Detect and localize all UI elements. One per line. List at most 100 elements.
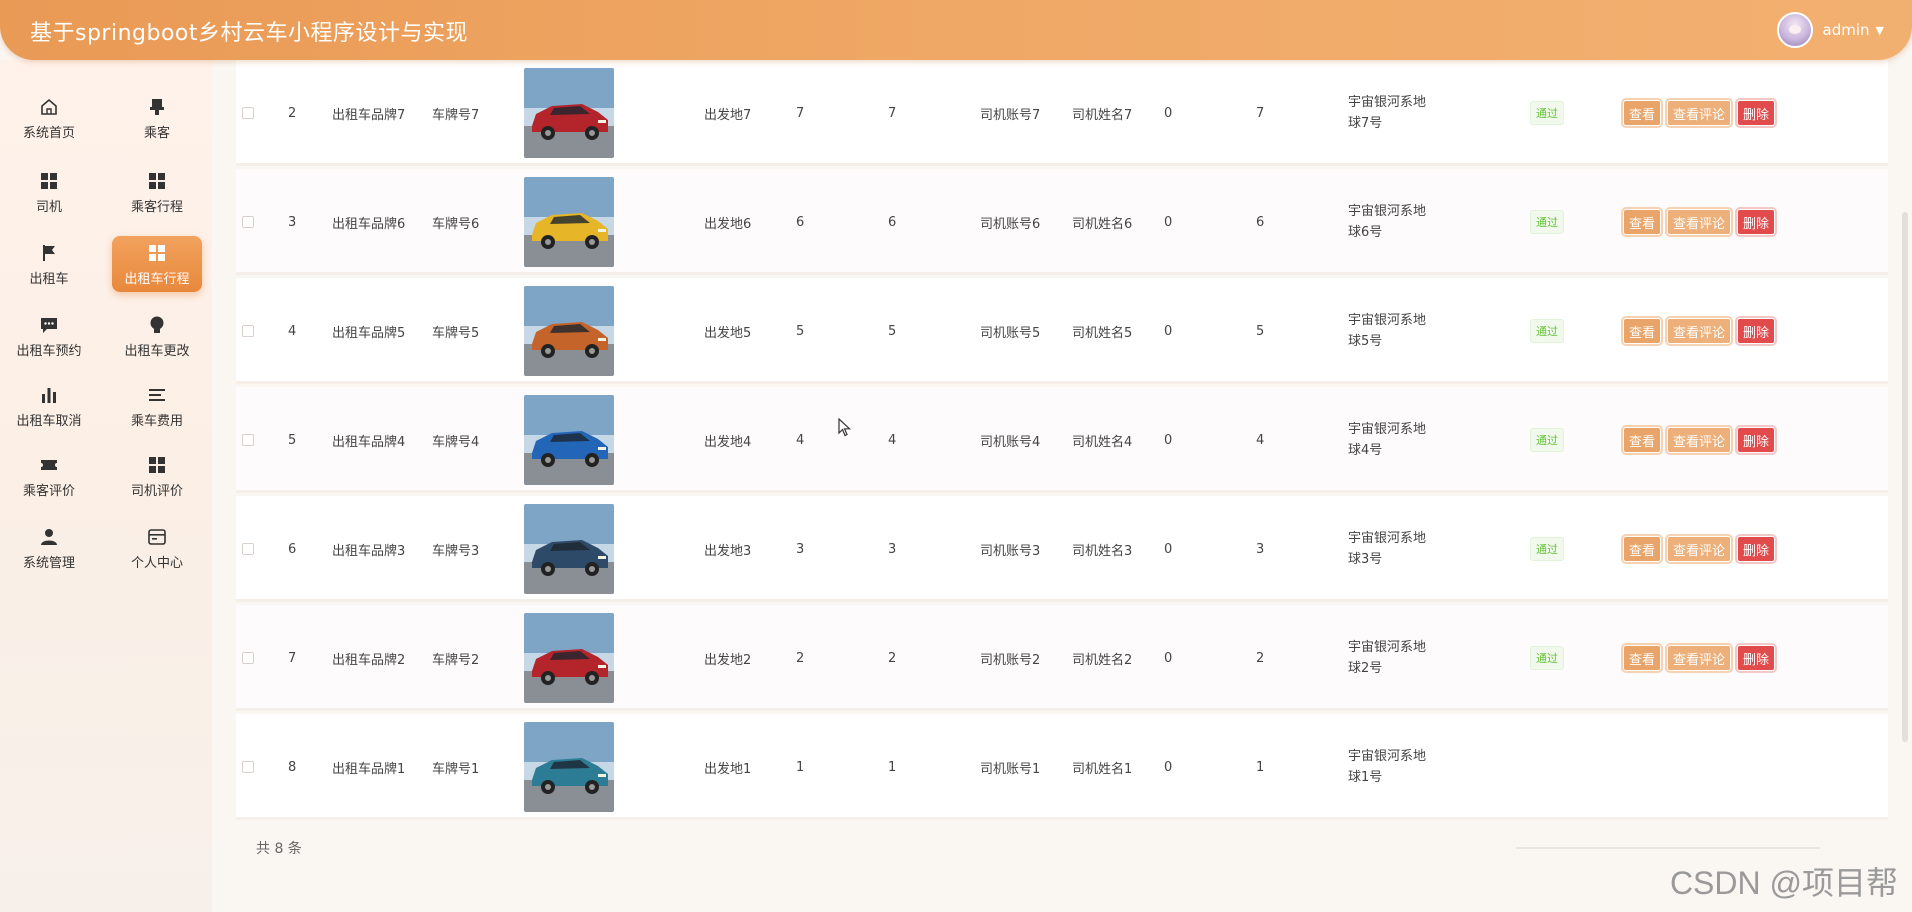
app-title: 基于springboot乡村云车小程序设计与实现 xyxy=(30,21,469,46)
address-line: 球4号 xyxy=(1348,443,1383,458)
sidebar-item-11[interactable]: 乘客评价 xyxy=(4,448,94,504)
origin-cell: 出发地6 xyxy=(704,216,752,232)
row-checkbox[interactable] xyxy=(242,216,254,228)
car-image[interactable] xyxy=(524,177,614,267)
sidebar-item-14[interactable]: 个人中心 xyxy=(112,520,202,576)
brand-cell: 出租车品牌5 xyxy=(332,325,406,341)
view-button[interactable]: 查看 xyxy=(1620,425,1664,455)
brand-cell: 出租车品牌2 xyxy=(332,652,406,668)
grid-icon xyxy=(146,170,168,192)
checkbox-cell xyxy=(242,714,254,820)
origin-cell: 出发地7 xyxy=(704,107,752,123)
sidebar-item-3[interactable]: 司机 xyxy=(4,164,94,220)
row-checkbox[interactable] xyxy=(242,107,254,119)
delete-button[interactable]: 删除 xyxy=(1735,534,1778,564)
car-image[interactable] xyxy=(524,613,614,703)
actions-cell: 查看 查看评论 删除 xyxy=(1620,278,1782,384)
status-cell: 通过 xyxy=(1530,278,1564,384)
account-cell: 司机账号7 xyxy=(980,107,1041,123)
row-checkbox[interactable] xyxy=(242,325,254,337)
sidebar-item-10[interactable]: 乘车费用 xyxy=(112,378,202,434)
sidebar-item-12[interactable]: 司机评价 xyxy=(112,448,202,504)
sidebar-item-4[interactable]: 乘客行程 xyxy=(112,164,202,220)
view-button[interactable]: 查看 xyxy=(1620,643,1664,673)
status-badge: 通过 xyxy=(1530,646,1564,670)
delete-button[interactable]: 删除 xyxy=(1735,425,1778,455)
table-row[interactable]: 7 出租车品牌2 车牌号2 出发地2 2 2 司机账号2 司机姓名2 0 2 宇宙银河系地 球2号 通过… xyxy=(236,605,1888,711)
address-line: 宇宙银河系地 xyxy=(1348,95,1427,110)
view-reviews-button[interactable]: 查看评论 xyxy=(1665,98,1734,128)
view-reviews-button[interactable]: 查看评论 xyxy=(1665,316,1734,346)
view-reviews-button[interactable]: 查看评论 xyxy=(1665,534,1734,564)
plate-cell: 车牌号2 xyxy=(432,652,480,668)
name-cell: 司机姓名2 xyxy=(1072,652,1133,668)
sidebar-item-2[interactable]: 乘客 xyxy=(112,90,202,146)
row-checkbox[interactable] xyxy=(242,761,254,773)
row-checkbox[interactable] xyxy=(242,434,254,446)
status-cell: 通过 xyxy=(1530,60,1564,166)
sidebar-item-label: 司机 xyxy=(35,199,62,215)
chevron-down-icon[interactable]: ▼ xyxy=(1876,24,1884,37)
sidebar-item-label: 出租车取消 xyxy=(16,413,82,429)
c4-cell: 6 xyxy=(1256,214,1265,230)
view-button[interactable]: 查看 xyxy=(1620,207,1664,237)
view-reviews-button[interactable]: 查看评论 xyxy=(1665,643,1734,673)
table-row[interactable]: 8 出租车品牌1 车牌号1 出发地1 1 1 司机账号1 司机姓名1 0 1 宇宙银河系地 球1号 xyxy=(236,714,1888,820)
view-button[interactable]: 查看 xyxy=(1620,98,1664,128)
sidebar-item-7[interactable]: 出租车预约 xyxy=(4,308,94,364)
delete-button[interactable]: 删除 xyxy=(1735,207,1778,237)
address-line: 宇宙银河系地 xyxy=(1348,422,1427,437)
sidebar-item-9[interactable]: 出租车取消 xyxy=(4,378,94,434)
delete-button[interactable]: 删除 xyxy=(1735,316,1778,346)
c1-cell: 4 xyxy=(796,432,805,448)
avatar[interactable] xyxy=(1776,12,1813,48)
row-checkbox[interactable] xyxy=(242,543,254,555)
c2-cell: 1 xyxy=(888,759,897,775)
sidebar-item-13[interactable]: 系统管理 xyxy=(4,520,94,576)
c4-cell: 2 xyxy=(1256,650,1265,666)
status-cell: 通过 xyxy=(1530,605,1564,711)
address-line: 球5号 xyxy=(1348,334,1383,349)
view-reviews-button[interactable]: 查看评论 xyxy=(1665,425,1734,455)
sidebar-item-1[interactable]: 系统首页 xyxy=(4,90,94,146)
sidebar-item-6[interactable]: 出租车行程 xyxy=(112,236,202,292)
view-reviews-button[interactable]: 查看评论 xyxy=(1665,207,1734,237)
delete-button[interactable]: 删除 xyxy=(1735,643,1778,673)
view-button[interactable]: 查看 xyxy=(1620,316,1664,346)
username[interactable]: admin xyxy=(1823,21,1870,39)
origin-cell: 出发地2 xyxy=(704,652,752,668)
list-icon xyxy=(146,384,168,406)
table-row[interactable]: 4 出租车品牌5 车牌号5 出发地5 5 5 司机账号5 司机姓名5 0 5 宇宙银河系地 球5号 通过… xyxy=(236,278,1888,384)
user-menu[interactable]: admin ▼ xyxy=(1776,10,1884,50)
c1-cell: 5 xyxy=(796,323,805,339)
sidebar-item-8[interactable]: 出租车更改 xyxy=(112,308,202,364)
table-row[interactable]: 3 出租车品牌6 车牌号6 出发地6 6 6 司机账号6 司机姓名6 0 6 宇宙银河系地 球6号 通过… xyxy=(236,169,1888,275)
view-button[interactable]: 查看 xyxy=(1620,534,1664,564)
index-cell: 4 xyxy=(288,323,297,339)
table-row[interactable]: 5 出租车品牌4 车牌号4 出发地4 4 4 司机账号4 司机姓名4 0 4 宇宙银河系地 球4号 通过… xyxy=(236,387,1888,493)
delete-button[interactable]: 删除 xyxy=(1735,98,1778,128)
sidebar-item-5[interactable]: 出租车 xyxy=(4,236,94,292)
name-cell: 司机姓名7 xyxy=(1072,107,1133,123)
actions-cell: 查看 查看评论 删除 xyxy=(1620,387,1782,493)
car-image[interactable] xyxy=(524,68,614,158)
table-row[interactable]: 6 出租车品牌3 车牌号3 出发地3 3 3 司机账号3 司机姓名3 0 3 宇宙银河系地 球3号 通过… xyxy=(236,496,1888,602)
car-image[interactable] xyxy=(524,286,614,376)
c3-cell: 0 xyxy=(1164,105,1173,121)
car-image[interactable] xyxy=(524,722,614,812)
address-cell: 宇宙银河系地 球5号 xyxy=(1348,278,1426,384)
c2-cell: 2 xyxy=(888,650,897,666)
horizontal-scrollbar[interactable] xyxy=(1516,847,1820,849)
address-line: 球7号 xyxy=(1348,116,1383,131)
status-badge: 通过 xyxy=(1530,319,1564,343)
table-row[interactable]: 2 出租车品牌7 车牌号7 出发地7 7 7 司机账号7 司机姓名7 0 7 宇宙银河系地 球7号 通过… xyxy=(236,60,1888,166)
grid-icon xyxy=(38,170,60,192)
status-cell: 通过 xyxy=(1530,169,1564,275)
account-cell: 司机账号2 xyxy=(980,652,1041,668)
vertical-scrollbar[interactable] xyxy=(1902,212,1908,742)
car-image[interactable] xyxy=(524,504,614,594)
car-image[interactable] xyxy=(524,395,614,485)
row-checkbox[interactable] xyxy=(242,652,254,664)
index-cell: 7 xyxy=(288,650,297,666)
account-cell: 司机账号4 xyxy=(980,434,1041,450)
